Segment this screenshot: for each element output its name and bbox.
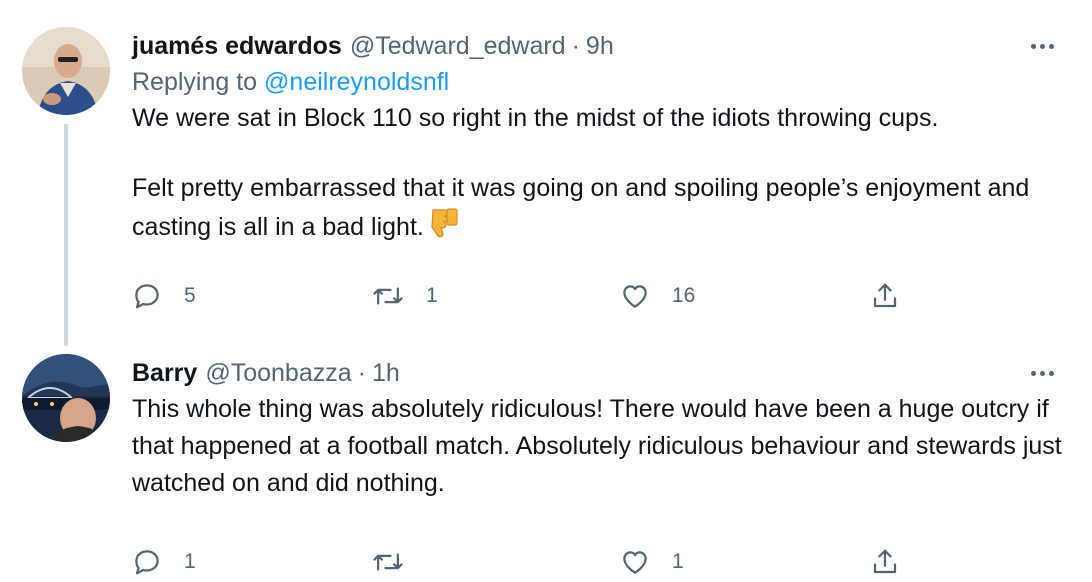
tweet-text: We were sat in Block 110 so right in the…	[132, 100, 1062, 250]
separator: ·	[571, 32, 580, 60]
like-button[interactable]: 1	[620, 542, 684, 582]
timestamp[interactable]: 1h	[372, 355, 400, 391]
heart-icon	[623, 551, 647, 574]
tweet-text-paragraph: This whole thing was absolutely ridiculo…	[132, 395, 1062, 497]
like-button[interactable]: 16	[620, 276, 695, 316]
tweet-text-paragraph-2-text: Felt pretty embarrassed that it was goin…	[132, 174, 1030, 242]
like-count: 16	[672, 284, 696, 307]
author-handle[interactable]: @Toonbazza	[205, 355, 351, 391]
author-name[interactable]: juamés edwardos	[132, 28, 342, 64]
tweet-2[interactable]: Barry @Toonbazza · 1h This whole thing w…	[0, 338, 1092, 582]
replying-mention-link[interactable]: @neilreynoldsnfl	[264, 68, 449, 96]
tweet-1[interactable]: juamés edwardos @Tedward_edward · 9h Rep…	[0, 0, 1092, 346]
timestamp[interactable]: 9h	[586, 28, 614, 64]
retweet-button[interactable]	[372, 542, 426, 582]
share-icon	[873, 549, 897, 574]
reply-button[interactable]: 5	[132, 276, 196, 316]
more-options-icon[interactable]	[1022, 358, 1062, 388]
share-button[interactable]	[870, 542, 900, 582]
heart-icon	[623, 285, 647, 308]
separator: ·	[357, 359, 366, 387]
reply-icon	[135, 284, 159, 309]
avatar[interactable]	[22, 27, 110, 115]
share-button[interactable]	[870, 276, 900, 316]
avatar[interactable]	[22, 354, 110, 442]
action-bar: 5 1 16	[132, 276, 912, 316]
reply-count: 1	[184, 550, 196, 573]
replying-prefix: Replying to	[132, 68, 258, 96]
thumbs-down-icon	[430, 207, 460, 250]
tweet-header: juamés edwardos @Tedward_edward · 9h	[132, 28, 1062, 64]
more-options-icon[interactable]	[1022, 31, 1062, 61]
tweet-text: This whole thing was absolutely ridiculo…	[132, 391, 1062, 502]
retweet-button[interactable]: 1	[372, 276, 438, 316]
reply-count: 5	[184, 284, 196, 307]
action-bar: 1 1	[132, 542, 912, 582]
tweet-text-paragraph-1: We were sat in Block 110 so right in the…	[132, 104, 939, 132]
retweet-icon	[373, 287, 403, 305]
tweet-text-paragraph-2: Felt pretty embarrassed that it was goin…	[132, 170, 1062, 250]
like-count: 1	[672, 550, 684, 573]
retweet-count: 1	[426, 284, 438, 307]
tweet-header: Barry @Toonbazza · 1h	[132, 355, 1062, 391]
thread-line	[64, 124, 68, 346]
author-handle[interactable]: @Tedward_edward	[350, 28, 566, 64]
reply-icon	[135, 550, 159, 575]
author-name[interactable]: Barry	[132, 355, 197, 391]
replying-to: Replying to @neilreynoldsnfl	[132, 64, 1062, 100]
retweet-icon	[373, 553, 403, 571]
share-icon	[873, 283, 897, 308]
reply-button[interactable]: 1	[132, 542, 196, 582]
